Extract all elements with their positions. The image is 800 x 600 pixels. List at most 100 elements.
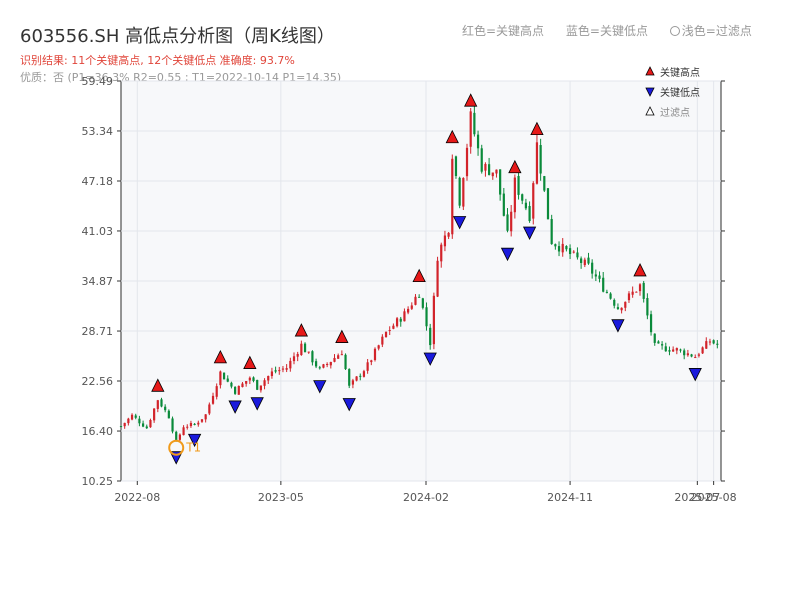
candle-down	[646, 298, 649, 316]
y-tick-label: 10.25	[82, 475, 114, 488]
candle-up	[281, 368, 285, 370]
candle-down	[134, 415, 137, 418]
candle-down	[557, 246, 561, 252]
candle-down	[594, 274, 597, 277]
candle-up	[535, 142, 539, 184]
candle-down	[649, 314, 653, 333]
candle-up	[465, 147, 469, 177]
candle-up	[403, 311, 406, 322]
candle-down	[565, 246, 568, 250]
x-tick-label: 2024-02	[403, 491, 449, 504]
x-axis: 2022-08 2023-05 2024-02 2024-11 2025-082025-…	[114, 481, 737, 504]
candle-down	[230, 382, 233, 387]
candle-down	[318, 367, 321, 369]
x-tick-label: 2025-07	[674, 491, 720, 504]
candle-up	[322, 364, 325, 368]
candle-up	[300, 343, 303, 356]
candle-up	[263, 380, 266, 386]
candle-up	[182, 427, 185, 436]
candle-down	[256, 379, 259, 390]
candle-up	[237, 385, 240, 395]
legend-label: 过滤点	[660, 106, 690, 119]
candle-up	[307, 351, 310, 353]
candle-up	[447, 232, 450, 237]
candle-down	[160, 399, 163, 407]
candle-down	[580, 258, 583, 263]
candle-up	[638, 284, 642, 292]
candle-up	[436, 260, 439, 297]
candle-down	[664, 346, 667, 352]
candle-up	[705, 341, 708, 349]
candle-down	[661, 344, 664, 346]
candle-up	[381, 336, 384, 345]
candle-up	[410, 305, 413, 309]
candle-up	[686, 353, 689, 356]
candle-up	[510, 211, 513, 232]
legend-marker	[645, 66, 655, 76]
candle-down	[303, 343, 307, 353]
candle-up	[624, 301, 627, 308]
candle-up	[701, 347, 704, 354]
candle-down	[167, 410, 170, 419]
candle-down	[425, 307, 428, 327]
candle-up	[259, 385, 262, 391]
y-tick-label: 22.56	[82, 375, 114, 388]
y-tick-label: 34.87	[82, 275, 114, 288]
candle-up	[156, 400, 159, 409]
candle-up	[130, 414, 134, 420]
y-tick-label: 53.34	[82, 125, 114, 138]
candle-up	[267, 376, 270, 381]
candle-down	[609, 293, 612, 299]
x-tick-label: 2022-08	[114, 491, 160, 504]
candle-down	[119, 426, 123, 428]
candle-down	[506, 214, 509, 231]
candle-down	[657, 341, 660, 344]
candle-down	[517, 176, 520, 195]
candle-down	[314, 361, 318, 367]
x-tick-label: 2024-11	[547, 491, 593, 504]
legend-label: 关键高点	[660, 66, 700, 79]
candle-down	[668, 350, 671, 352]
candle-up	[414, 296, 417, 305]
candle-down	[539, 145, 542, 174]
candle-down	[499, 169, 502, 195]
candle-down	[653, 333, 656, 343]
y-tick-label: 59.49	[82, 75, 114, 88]
candle-up	[326, 363, 329, 365]
candle-down	[587, 257, 590, 264]
candle-down	[480, 148, 483, 172]
candle-up	[355, 376, 358, 381]
candle-up	[211, 395, 215, 404]
candle-up	[561, 243, 564, 253]
x-tick-label: 2023-05	[258, 491, 304, 504]
candle-down	[252, 377, 255, 381]
candle-up	[694, 357, 697, 359]
candle-up	[215, 386, 218, 397]
candle-down	[524, 202, 528, 209]
candle-up	[241, 383, 244, 388]
candle-down	[550, 218, 553, 245]
candle-up	[469, 111, 472, 147]
candle-down	[429, 327, 432, 346]
candle-down	[528, 205, 531, 222]
candle-down	[716, 343, 719, 345]
candle-up	[153, 408, 156, 421]
candle-up	[631, 291, 634, 295]
candle-down	[546, 188, 550, 220]
candle-up	[208, 404, 211, 414]
candle-up	[204, 414, 207, 420]
candle-down	[222, 372, 226, 380]
candle-down	[348, 369, 351, 386]
candlestick-chart: T1 10.25 16.40 22.56 28.71 34.87 41.03 47.18 53…	[82, 66, 737, 504]
y-tick-label: 28.71	[82, 325, 114, 338]
candle-up	[462, 178, 465, 207]
candle-up	[370, 360, 373, 363]
candle-up	[127, 418, 130, 424]
candle-down	[679, 349, 682, 351]
candle-up	[384, 331, 388, 338]
candle-down	[399, 318, 402, 322]
candle-up	[289, 360, 292, 369]
candle-up	[366, 362, 369, 371]
candle-up	[672, 349, 675, 352]
candle-down	[458, 177, 461, 206]
